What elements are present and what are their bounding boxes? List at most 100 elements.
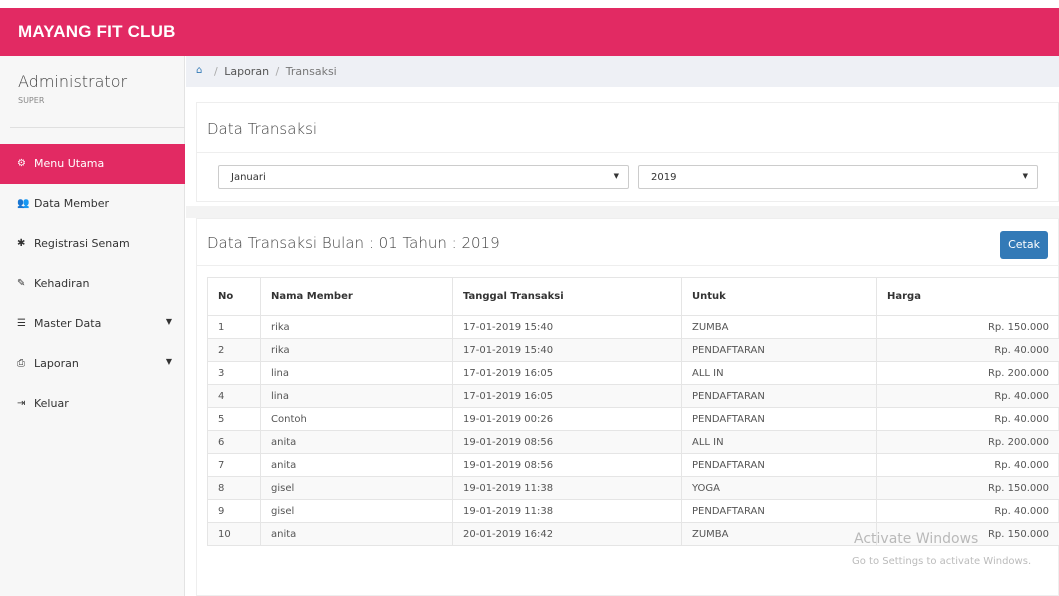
sidebar-item-label: Kehadiran <box>34 277 90 290</box>
caret-down-icon: ▼ <box>165 357 172 366</box>
month-select[interactable]: Januari ▼ <box>218 165 629 189</box>
table-cell: anita <box>260 522 453 546</box>
breadcrumb-transaksi: Transaksi <box>285 65 337 78</box>
sidebar-item-menu-utama[interactable]: ⚙ Menu Utama <box>0 144 185 184</box>
column-header-no: No <box>207 277 261 316</box>
dashboard-icon: ⚙ <box>17 158 26 169</box>
table-cell: Rp. 40.000 <box>876 453 1059 477</box>
brand-logo-text[interactable]: MAYANG FIT CLUB <box>18 22 176 42</box>
table-cell: 5 <box>207 407 261 431</box>
table-cell: Rp. 40.000 <box>876 499 1059 523</box>
sidebar-item-label: Menu Utama <box>34 157 105 170</box>
table-cell: PENDAFTARAN <box>681 407 877 431</box>
chevron-down-icon: ▼ <box>1022 172 1028 180</box>
main-content: ⌂ / Laporan / Transaksi Data Transaksi J… <box>186 56 1059 596</box>
table-row: 2 rika 17-01-2019 15:40 PENDAFTARAN Rp. 40.0… <box>207 338 1059 362</box>
table-cell: 10 <box>207 522 261 546</box>
table-row: 5 Contoh 19-01-2019 00:26 PENDAFTARAN Rp. 40… <box>207 407 1059 431</box>
year-select[interactable]: 2019 ▼ <box>638 165 1038 189</box>
table-cell: anita <box>260 453 453 477</box>
table-row: 4 lina 17-01-2019 16:05 PENDAFTARAN Rp. 40.0… <box>207 384 1059 408</box>
sidebar-item-laporan[interactable]: ⎙ Laporan ▼ <box>0 344 185 384</box>
table-cell: 6 <box>207 430 261 454</box>
sign-out-icon: ⇥ <box>17 398 26 409</box>
table-row: 6 anita 19-01-2019 08:56 ALL IN Rp. 200.000 <box>207 430 1059 454</box>
database-icon: ☰ <box>17 318 26 329</box>
sidebar: Administrator SUPER ⚙ Menu Utama 👥 Data Mem… <box>0 56 185 596</box>
user-role: SUPER <box>18 96 45 105</box>
table-cell: Rp. 40.000 <box>876 338 1059 362</box>
top-navbar: MAYANG FIT CLUB <box>0 8 1059 56</box>
table-cell: ZUMBA <box>681 315 877 339</box>
sidebar-item-label: Registrasi Senam <box>34 237 130 250</box>
table-cell: Rp. 200.000 <box>876 361 1059 385</box>
table-cell: gisel <box>260 476 453 500</box>
table-cell: YOGA <box>681 476 877 500</box>
table-cell: Rp. 200.000 <box>876 430 1059 454</box>
table-cell: PENDAFTARAN <box>681 338 877 362</box>
table-cell: ZUMBA <box>681 522 877 546</box>
table-cell: ALL IN <box>681 430 877 454</box>
table-row: 8 gisel 19-01-2019 11:38 YOGA Rp. 150.000 <box>207 476 1059 500</box>
print-icon: ⎙ <box>17 358 25 369</box>
table-cell: PENDAFTARAN <box>681 453 877 477</box>
sidebar-item-master-data[interactable]: ☰ Master Data ▼ <box>0 304 185 344</box>
table-cell: 17-01-2019 16:05 <box>452 384 682 408</box>
table-cell: 17-01-2019 15:40 <box>452 338 682 362</box>
home-icon[interactable]: ⌂ <box>196 65 202 76</box>
sidebar-item-kehadiran[interactable]: ✎ Kehadiran <box>0 264 185 304</box>
table-cell: 19-01-2019 00:26 <box>452 407 682 431</box>
breadcrumb: ⌂ / Laporan / Transaksi <box>186 56 1059 87</box>
sidebar-item-data-member[interactable]: 👥 Data Member <box>0 184 185 224</box>
table-cell: 19-01-2019 11:38 <box>452 476 682 500</box>
table-cell: 1 <box>207 315 261 339</box>
sidebar-item-label: Master Data <box>34 317 102 330</box>
gear-icon: ✱ <box>17 238 26 249</box>
breadcrumb-laporan[interactable]: Laporan <box>224 65 269 78</box>
table-row: 3 lina 17-01-2019 16:05 ALL IN Rp. 200.000 <box>207 361 1059 385</box>
table-cell: Rp. 150.000 <box>876 315 1059 339</box>
sidebar-item-keluar[interactable]: ⇥ Keluar <box>0 384 185 424</box>
table-cell: Contoh <box>260 407 453 431</box>
table-cell: ALL IN <box>681 361 877 385</box>
table-cell: 19-01-2019 11:38 <box>452 499 682 523</box>
table-cell: 20-01-2019 16:42 <box>452 522 682 546</box>
table-cell: 3 <box>207 361 261 385</box>
table-row: 9 gisel 19-01-2019 11:38 PENDAFTARAN Rp. 40.… <box>207 499 1059 523</box>
table-cell: PENDAFTARAN <box>681 384 877 408</box>
transactions-table: No Nama Member Tanggal Transaksi Untuk H… <box>207 277 1059 546</box>
table-row: 1 rika 17-01-2019 15:40 ZUMBA Rp. 150.000 <box>207 315 1059 339</box>
sidebar-item-label: Laporan <box>34 357 79 370</box>
users-icon: 👥 <box>17 198 30 209</box>
panel-divider <box>197 152 1059 153</box>
table-cell: 8 <box>207 476 261 500</box>
table-cell: 4 <box>207 384 261 408</box>
column-header-purpose: Untuk <box>681 277 877 316</box>
column-header-price: Harga <box>876 277 1059 316</box>
user-name: Administrator <box>18 72 128 91</box>
table-cell: 2 <box>207 338 261 362</box>
activate-windows-subtext: Go to Settings to activate Windows. <box>852 556 1032 567</box>
sidebar-item-registrasi-senam[interactable]: ✱ Registrasi Senam <box>0 224 185 264</box>
table-cell: rika <box>260 315 453 339</box>
table-cell: lina <box>260 361 453 385</box>
report-title: Data Transaksi Bulan : 01 Tahun : 2019 <box>207 234 500 252</box>
table-cell: 9 <box>207 499 261 523</box>
table-cell: PENDAFTARAN <box>681 499 877 523</box>
caret-down-icon: ▼ <box>165 317 172 326</box>
table-cell: 19-01-2019 08:56 <box>452 430 682 454</box>
table-cell: 7 <box>207 453 261 477</box>
panel-divider <box>197 265 1059 266</box>
table-cell: anita <box>260 430 453 454</box>
activate-windows-watermark: Activate Windows <box>854 531 979 547</box>
table-cell: Rp. 40.000 <box>876 384 1059 408</box>
chevron-down-icon: ▼ <box>613 172 619 180</box>
table-cell: Rp. 150.000 <box>876 476 1059 500</box>
sidebar-item-label: Keluar <box>34 397 69 410</box>
table-cell: rika <box>260 338 453 362</box>
top-strip <box>0 0 1059 8</box>
print-button[interactable]: Cetak <box>1000 231 1048 259</box>
table-row: 7 anita 19-01-2019 08:56 PENDAFTARAN Rp. 40.… <box>207 453 1059 477</box>
table-cell: 17-01-2019 16:05 <box>452 361 682 385</box>
table-cell: 19-01-2019 08:56 <box>452 453 682 477</box>
